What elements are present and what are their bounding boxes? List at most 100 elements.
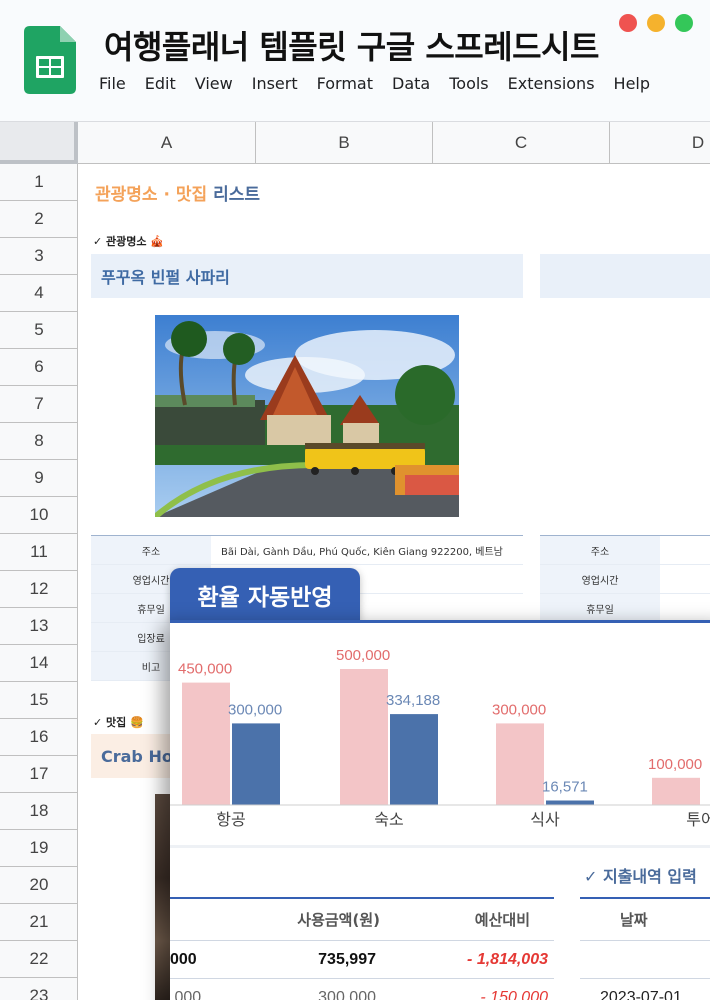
date-header: 날짜 bbox=[580, 897, 710, 941]
menu-edit[interactable]: Edit bbox=[145, 74, 176, 93]
column-header-a[interactable]: A bbox=[78, 122, 256, 164]
category-label: 숙소 bbox=[374, 810, 403, 829]
bar-숙소-series1 bbox=[390, 714, 438, 805]
budget-cell-total: 000 bbox=[170, 950, 197, 968]
bar-항공-series0 bbox=[182, 682, 230, 805]
bar-value-label: 334,188 bbox=[386, 692, 440, 709]
date-cell[interactable]: 2023-07-01 bbox=[580, 979, 710, 1000]
row-header-11[interactable]: 11 bbox=[0, 534, 78, 571]
row-header-1[interactable]: 1 bbox=[0, 164, 78, 201]
window-maximize-dot[interactable] bbox=[675, 14, 693, 32]
window-close-dot[interactable] bbox=[619, 14, 637, 32]
used-amount-cell: 735,997 bbox=[318, 950, 376, 968]
menu-data[interactable]: Data bbox=[392, 74, 430, 93]
bar-value-label: 100,000 bbox=[648, 756, 702, 773]
info-key: 주소 bbox=[91, 536, 211, 564]
bar-식사-series1 bbox=[546, 800, 594, 805]
menu-extensions[interactable]: Extensions bbox=[508, 74, 595, 93]
row-header-21[interactable]: 21 bbox=[0, 904, 78, 941]
budget-diff-cell: - 1,814,003 bbox=[467, 950, 548, 968]
chart-divider bbox=[170, 845, 710, 848]
row-header-15[interactable]: 15 bbox=[0, 682, 78, 719]
attraction-photo-image bbox=[155, 315, 459, 517]
bar-항공-series1 bbox=[232, 723, 280, 805]
row-header-3[interactable]: 3 bbox=[0, 238, 78, 275]
google-sheets-logo-icon bbox=[24, 26, 76, 94]
row-header-10[interactable]: 10 bbox=[0, 497, 78, 534]
info-key: 영업시간 bbox=[540, 565, 660, 593]
menu-format[interactable]: Format bbox=[317, 74, 373, 93]
info-row: 주소 Bãi Dài, Gành Dầu, Phú Quốc, Kiên Gian… bbox=[91, 536, 523, 565]
bar-value-label: 500,000 bbox=[336, 647, 390, 664]
row-header-8[interactable]: 8 bbox=[0, 423, 78, 460]
bar-value-label: 300,000 bbox=[228, 701, 282, 718]
budget-cell-total: ,000 bbox=[170, 988, 202, 1000]
row-header-16[interactable]: 16 bbox=[0, 719, 78, 756]
attraction-name-cell[interactable]: 푸꾸옥 빈펄 사파리 bbox=[91, 254, 523, 298]
info-row: 영업시간 bbox=[540, 565, 710, 594]
food-section-label: ✓ 맛집 🍔 bbox=[93, 716, 144, 729]
budget-overlay-card: 450,000 300,000 항공 500,000 334,188 숙소 300,000 1… bbox=[170, 620, 710, 1000]
info-row: 휴무일 bbox=[540, 594, 710, 623]
attraction-info-table-2: 주소 영업시간 휴무일 bbox=[540, 535, 710, 623]
menu-file[interactable]: File bbox=[99, 74, 126, 93]
menu-insert[interactable]: Insert bbox=[252, 74, 298, 93]
row-header-14[interactable]: 14 bbox=[0, 645, 78, 682]
column-header-d[interactable]: D bbox=[610, 122, 710, 164]
bar-숙소-series0 bbox=[340, 669, 388, 805]
column-header-bar: A B C D bbox=[0, 122, 710, 164]
column-header-c[interactable]: C bbox=[433, 122, 610, 164]
window-minimize-dot[interactable] bbox=[647, 14, 665, 32]
row-header-9[interactable]: 9 bbox=[0, 460, 78, 497]
row-header-4[interactable]: 4 bbox=[0, 275, 78, 312]
row-header-18[interactable]: 18 bbox=[0, 793, 78, 830]
expense-date-table: 날짜 2023-07-01 bbox=[580, 897, 710, 1000]
row-header-23[interactable]: 23 bbox=[0, 978, 78, 1000]
row-header-7[interactable]: 7 bbox=[0, 386, 78, 423]
row-header-12[interactable]: 12 bbox=[0, 571, 78, 608]
bar-투어-series0 bbox=[652, 777, 700, 805]
row-header-6[interactable]: 6 bbox=[0, 349, 78, 386]
budget-chart: 450,000 300,000 항공 500,000 334,188 숙소 300,000 1… bbox=[170, 623, 710, 845]
info-row: 주소 bbox=[540, 536, 710, 565]
menu-help[interactable]: Help bbox=[614, 74, 650, 93]
row-header-22[interactable]: 22 bbox=[0, 941, 78, 978]
date-cell[interactable] bbox=[580, 941, 710, 979]
row-header-19[interactable]: 19 bbox=[0, 830, 78, 867]
attraction-name-cell-2[interactable] bbox=[540, 254, 710, 298]
menu-bar: File Edit View Insert Format Data Tools … bbox=[99, 74, 669, 93]
category-label: 식사 bbox=[530, 810, 560, 829]
budget-summary-table: 사용금액(원) 예산대비 000 735,997 - 1,814,003 ,00… bbox=[170, 897, 554, 1000]
bar-value-label: 450,000 bbox=[178, 661, 232, 678]
spreadsheet-window: 여행플래너 템플릿 구글 스프레드시트 File Edit View Inser… bbox=[0, 0, 710, 1000]
document-title[interactable]: 여행플래너 템플릿 구글 스프레드시트 bbox=[104, 22, 599, 68]
app-header: 여행플래너 템플릿 구글 스프레드시트 File Edit View Inser… bbox=[0, 0, 710, 122]
attraction-photo[interactable] bbox=[155, 315, 459, 517]
list-title-primary: 관광명소 · 맛집 bbox=[95, 185, 208, 205]
list-title-secondary: 리스트 bbox=[213, 185, 260, 205]
bar-식사-series0 bbox=[496, 723, 544, 805]
budget-diff-header: 예산대비 bbox=[474, 911, 530, 929]
row-header-13[interactable]: 13 bbox=[0, 608, 78, 645]
column-header-b[interactable]: B bbox=[256, 122, 433, 164]
exchange-rate-tab[interactable]: 환율 자동반영 bbox=[170, 568, 360, 622]
list-title: 관광명소 · 맛집 리스트 bbox=[95, 180, 260, 205]
used-amount-cell: 300,000 bbox=[318, 988, 376, 1000]
used-amount-header: 사용금액(원) bbox=[297, 911, 380, 929]
bar-value-label: 16,571 bbox=[542, 778, 588, 795]
menu-view[interactable]: View bbox=[195, 74, 233, 93]
budget-table-row: 000 735,997 - 1,814,003 bbox=[170, 941, 554, 979]
info-key: 주소 bbox=[540, 536, 660, 564]
info-value[interactable]: Bãi Dài, Gành Dầu, Phú Quốc, Kiên Giang … bbox=[211, 543, 503, 558]
row-header-20[interactable]: 20 bbox=[0, 867, 78, 904]
row-header-5[interactable]: 5 bbox=[0, 312, 78, 349]
menu-tools[interactable]: Tools bbox=[449, 74, 488, 93]
category-label: 투어 bbox=[686, 810, 710, 829]
row-header-17[interactable]: 17 bbox=[0, 756, 78, 793]
attraction-section-label: ✓ 관광명소 🎪 bbox=[93, 235, 165, 248]
budget-table-row: ,000 300,000 - 150,000 bbox=[170, 979, 554, 1000]
row-header-2[interactable]: 2 bbox=[0, 201, 78, 238]
select-all-corner[interactable] bbox=[0, 122, 78, 164]
info-key: 휴무일 bbox=[540, 594, 660, 622]
budget-table-header: 사용금액(원) 예산대비 bbox=[170, 897, 554, 941]
